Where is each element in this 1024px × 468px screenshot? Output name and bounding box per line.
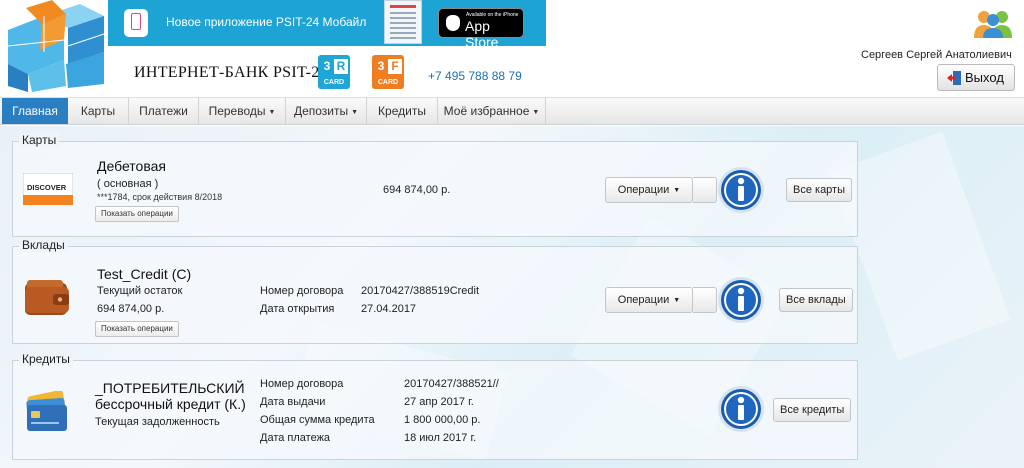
card-3r-digit: 3	[323, 59, 331, 73]
card-operations-extra[interactable]	[693, 177, 717, 203]
users-icon[interactable]	[972, 8, 1014, 38]
credit-contract-label: Номер договора	[260, 378, 344, 390]
nav-transfers[interactable]: Переводы ▼	[199, 98, 286, 124]
logout-button[interactable]: Выход	[937, 64, 1015, 91]
credit-title-line2: бессрочный кредит (К.)	[95, 396, 246, 412]
nav-home[interactable]: Главная	[2, 98, 68, 124]
card-3r-logo[interactable]: 3 R CARD	[318, 55, 350, 89]
credit-total-value: 1 800 000,00 р.	[404, 414, 481, 426]
card-operations-button[interactable]: Операции ▼	[605, 177, 693, 203]
card-3f-word: CARD	[377, 79, 399, 86]
info-icon[interactable]	[717, 276, 765, 324]
deposits-legend: Вклады	[19, 238, 68, 252]
card-3f-logo[interactable]: 3 F CARD	[372, 55, 404, 89]
card-amount: 694 874,00 р.	[383, 184, 451, 196]
logout-label: Выход	[965, 70, 1004, 85]
deposit-contract-value: 20170427/388519Credit	[361, 285, 480, 297]
all-credits-button[interactable]: Все кредиты	[773, 398, 852, 422]
apple-icon	[446, 15, 460, 31]
support-phone[interactable]: +7 495 788 88 79	[428, 69, 522, 83]
caret-down-icon: ▼	[532, 109, 540, 116]
nav-cards-label: Карты	[80, 104, 116, 118]
deposits-panel: Вклады Test_Credit (C) Текущий остаток 6…	[12, 238, 858, 344]
credit-issue-label: Дата выдачи	[260, 396, 326, 408]
caret-down-icon: ▼	[673, 187, 681, 194]
deposit-title: Test_Credit (C)	[97, 266, 192, 282]
card-subtitle: ( основная )	[97, 178, 159, 190]
app-store-badge[interactable]: Available on the iPhone App Store	[438, 8, 524, 50]
credit-pay-value: 18 июл 2017 г.	[404, 432, 477, 444]
credit-issue-value: 27 апр 2017 г.	[404, 396, 474, 408]
wallet-icon	[25, 280, 69, 315]
deposit-operations-label: Операции	[617, 294, 670, 306]
credit-title-line1: _ПОТРЕБИТЕЛЬСКИЙ	[95, 380, 245, 396]
discover-card-icon: DISCOVER	[23, 173, 73, 205]
main-nav: Главная Карты Платежи Переводы ▼ Депозиты…	[0, 97, 1024, 125]
nav-favorites[interactable]: Моё избранное ▼	[438, 98, 546, 124]
card-3f-letter: F	[388, 59, 402, 74]
nav-cards[interactable]: Карты	[68, 98, 129, 124]
credits-legend: Кредиты	[19, 352, 73, 366]
credit-pay-label: Дата платежа	[260, 432, 331, 444]
deposit-operations-extra[interactable]	[693, 287, 717, 313]
bank-logo	[7, 0, 105, 92]
exit-door-icon	[947, 71, 961, 85]
info-icon[interactable]	[717, 166, 765, 214]
info-icon[interactable]	[717, 385, 765, 433]
caret-down-icon: ▼	[268, 109, 276, 116]
card-3r-letter: R	[334, 59, 348, 74]
mobile-phone-icon	[124, 9, 148, 37]
card-show-operations-button[interactable]: Показать операции	[95, 206, 179, 222]
caret-down-icon: ▼	[351, 109, 359, 116]
nav-favorites-label: Моё избранное	[443, 104, 530, 118]
deposit-open-value: 27.04.2017	[361, 303, 417, 315]
caret-down-icon: ▼	[673, 297, 681, 304]
credit-debt-label: Текущая задолженность	[95, 416, 220, 428]
nav-payments[interactable]: Платежи	[129, 98, 199, 124]
credit-total-label: Общая сумма кредита	[260, 414, 375, 426]
cards-legend: Карты	[19, 133, 60, 147]
user-name: Сергеев Сергей Анатолиевич	[861, 49, 1012, 61]
deposit-show-operations-button[interactable]: Показать операции	[95, 321, 179, 337]
nav-payments-label: Платежи	[139, 104, 188, 118]
promo-text: Новое приложение PSIT-24 Мобайл	[166, 15, 367, 29]
nav-credits-label: Кредиты	[378, 104, 426, 118]
all-deposits-button[interactable]: Все вклады	[779, 288, 853, 312]
document-icon	[384, 0, 422, 44]
deposit-balance-label: Текущий остаток	[97, 285, 183, 297]
credits-panel: Кредиты _ПОТРЕБИТЕЛЬСКИЙ бессрочный кред…	[12, 352, 858, 460]
card-title: Дебетовая	[97, 158, 166, 174]
card-3f-digit: 3	[377, 59, 385, 73]
all-cards-button[interactable]: Все карты	[786, 178, 853, 202]
deposit-contract-label: Номер договора	[260, 285, 344, 297]
cards-panel: Карты DISCOVER Дебетовая ( основная ) **…	[12, 133, 858, 237]
mobile-app-banner[interactable]: Новое приложение PSIT-24 Мобайл Availabl…	[108, 0, 546, 50]
nav-transfers-label: Переводы	[208, 104, 266, 118]
nav-credits[interactable]: Кредиты	[367, 98, 438, 124]
credit-cards-icon	[26, 391, 67, 431]
nav-home-label: Главная	[12, 104, 58, 118]
appstore-big-text: App Store	[465, 18, 499, 50]
card-3r-word: CARD	[323, 79, 345, 86]
nav-deposits-label: Депозиты	[293, 104, 349, 118]
bank-name: ИНТЕРНЕТ-БАНК PSIT-24	[134, 64, 328, 81]
deposit-balance: 694 874,00 р.	[97, 303, 165, 315]
deposit-open-label: Дата открытия	[260, 303, 335, 315]
deposit-operations-button[interactable]: Операции ▼	[605, 287, 693, 313]
card-details: ***1784, срок действия 8/2018	[97, 192, 223, 202]
card-brand: DISCOVER	[27, 183, 67, 192]
nav-deposits[interactable]: Депозиты ▼	[286, 98, 367, 124]
main-content: Карты DISCOVER Дебетовая ( основная ) **…	[0, 126, 1024, 468]
credit-contract-value: 20170427/388521//	[404, 378, 499, 390]
card-operations-label: Операции	[617, 184, 670, 196]
